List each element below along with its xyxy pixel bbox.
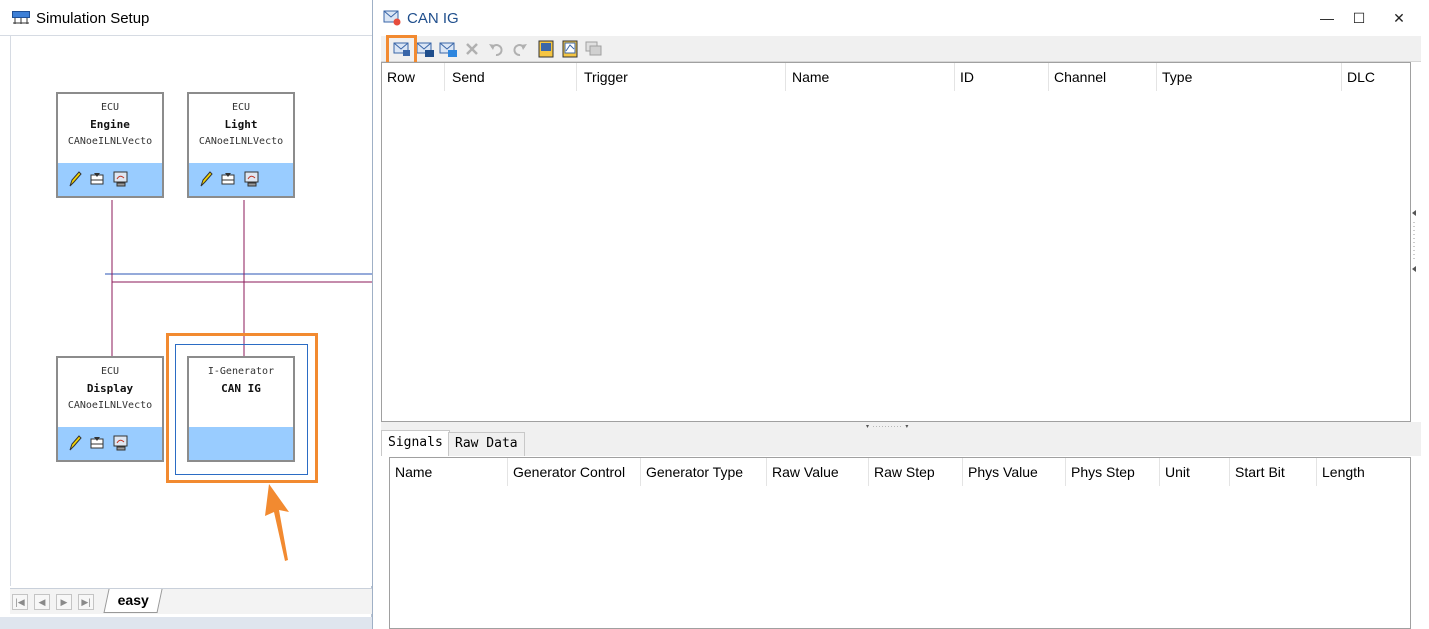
simulation-setup-window: Simulation Setup ECU Engine CANoeILNLVec… <box>0 0 373 629</box>
column-header-dlc[interactable]: DLC <box>1342 63 1410 91</box>
node-name: Display <box>86 382 134 395</box>
sheet-tab-bar: |◀ ◀ ▶ ▶| easy <box>10 588 372 614</box>
column-header-generator-type[interactable]: Generator Type <box>641 458 767 486</box>
node-kind: ECU <box>100 366 120 377</box>
simulation-canvas[interactable]: ECU Engine CANoeILNLVecto ECU Light CANo… <box>10 36 373 586</box>
column-header-send[interactable]: Send <box>447 63 577 91</box>
highlight-box-can-ig <box>166 333 318 483</box>
monitor-icon[interactable] <box>112 434 130 452</box>
delete-icon[interactable] <box>463 40 481 58</box>
column-header-generator-control[interactable]: Generator Control <box>508 458 641 486</box>
first-sheet-button[interactable]: |◀ <box>12 594 28 610</box>
can-ig-toolbar <box>381 36 1421 62</box>
export-icon[interactable] <box>561 40 579 58</box>
node-dbc: CANoeILNLVecto <box>67 136 153 147</box>
node-name: Light <box>224 118 258 131</box>
stack-pages-icon[interactable] <box>219 170 237 188</box>
close-button[interactable]: ✕ <box>1385 8 1413 28</box>
column-header-length[interactable]: Length <box>1317 458 1410 486</box>
stack-pages-icon[interactable] <box>88 434 106 452</box>
node-footer <box>58 163 162 196</box>
column-header-id[interactable]: ID <box>955 63 1049 91</box>
maximize-button[interactable]: ☐ <box>1345 8 1373 28</box>
arrow-annotation-icon <box>265 484 289 561</box>
next-sheet-button[interactable]: ▶ <box>56 594 72 610</box>
signal-tab-bar: Signals Raw Data <box>381 430 1421 456</box>
last-sheet-button[interactable]: ▶| <box>78 594 94 610</box>
column-header-name[interactable]: Name <box>390 458 508 486</box>
column-header-row[interactable]: Row <box>382 63 445 91</box>
column-header-phys-step[interactable]: Phys Step <box>1066 458 1160 486</box>
edit-pencil-icon[interactable] <box>197 170 215 188</box>
side-collapse-handle[interactable] <box>1409 200 1419 280</box>
column-header-name[interactable]: Name <box>787 63 955 91</box>
can-ig-title: CAN IG <box>407 10 459 27</box>
status-strip <box>0 617 372 629</box>
edit-pencil-icon[interactable] <box>66 170 84 188</box>
node-dbc: CANoeILNLVecto <box>198 136 284 147</box>
splitter-grip-icon: ▾ ·········· ▾ <box>866 424 910 430</box>
simulation-setup-icon <box>12 11 30 25</box>
message-table[interactable]: Row Send Trigger Name ID Channel Type DL… <box>381 62 1411 422</box>
add-frame-extended-icon[interactable] <box>416 40 434 58</box>
sheet-tab-label: easy <box>117 592 149 608</box>
tab-signals[interactable]: Signals <box>381 430 450 456</box>
node-kind: ECU <box>100 102 120 113</box>
node-dbc: CANoeILNLVecto <box>67 400 153 411</box>
column-header-raw-step[interactable]: Raw Step <box>869 458 963 486</box>
redo-icon[interactable] <box>511 40 529 58</box>
column-header-phys-value[interactable]: Phys Value <box>963 458 1066 486</box>
column-header-channel[interactable]: Channel <box>1049 63 1157 91</box>
column-header-raw-value[interactable]: Raw Value <box>767 458 869 486</box>
column-header-type[interactable]: Type <box>1157 63 1342 91</box>
node-kind: ECU <box>231 102 251 113</box>
sheet-tab-easy[interactable]: easy <box>103 589 163 613</box>
add-frame-fd-icon[interactable] <box>439 40 457 58</box>
pane-splitter[interactable]: ▾ ·········· ▾ <box>381 422 1421 430</box>
tab-raw-data[interactable]: Raw Data <box>448 432 525 456</box>
can-ig-window: CAN IG — ☐ ✕ Row Send Trigger Name ID Ch… <box>372 0 1429 629</box>
signal-table[interactable]: Name Generator Control Generator Type Ra… <box>389 457 1411 629</box>
node-name: Engine <box>90 118 130 131</box>
simulation-setup-title: Simulation Setup <box>36 10 150 27</box>
node-footer <box>189 163 293 196</box>
multi-frame-icon[interactable] <box>585 40 603 58</box>
undo-icon[interactable] <box>487 40 505 58</box>
ecu-node-display[interactable]: ECU Display CANoeILNLVecto <box>56 356 164 462</box>
prev-sheet-button[interactable]: ◀ <box>34 594 50 610</box>
ecu-node-engine[interactable]: ECU Engine CANoeILNLVecto <box>56 92 164 198</box>
monitor-icon[interactable] <box>112 170 130 188</box>
can-ig-titlebar: CAN IG — ☐ ✕ <box>373 0 1429 36</box>
column-header-start-bit[interactable]: Start Bit <box>1230 458 1317 486</box>
ecu-node-light[interactable]: ECU Light CANoeILNLVecto <box>187 92 295 198</box>
stack-pages-icon[interactable] <box>88 170 106 188</box>
import-icon[interactable] <box>537 40 555 58</box>
can-ig-window-icon <box>383 10 401 26</box>
column-header-trigger[interactable]: Trigger <box>579 63 786 91</box>
simulation-setup-titlebar: Simulation Setup <box>0 0 372 36</box>
minimize-button[interactable]: — <box>1313 8 1341 28</box>
monitor-icon[interactable] <box>243 170 261 188</box>
column-header-unit[interactable]: Unit <box>1160 458 1230 486</box>
node-footer <box>58 427 162 460</box>
highlight-box-add-frame <box>386 35 417 65</box>
edit-pencil-icon[interactable] <box>66 434 84 452</box>
